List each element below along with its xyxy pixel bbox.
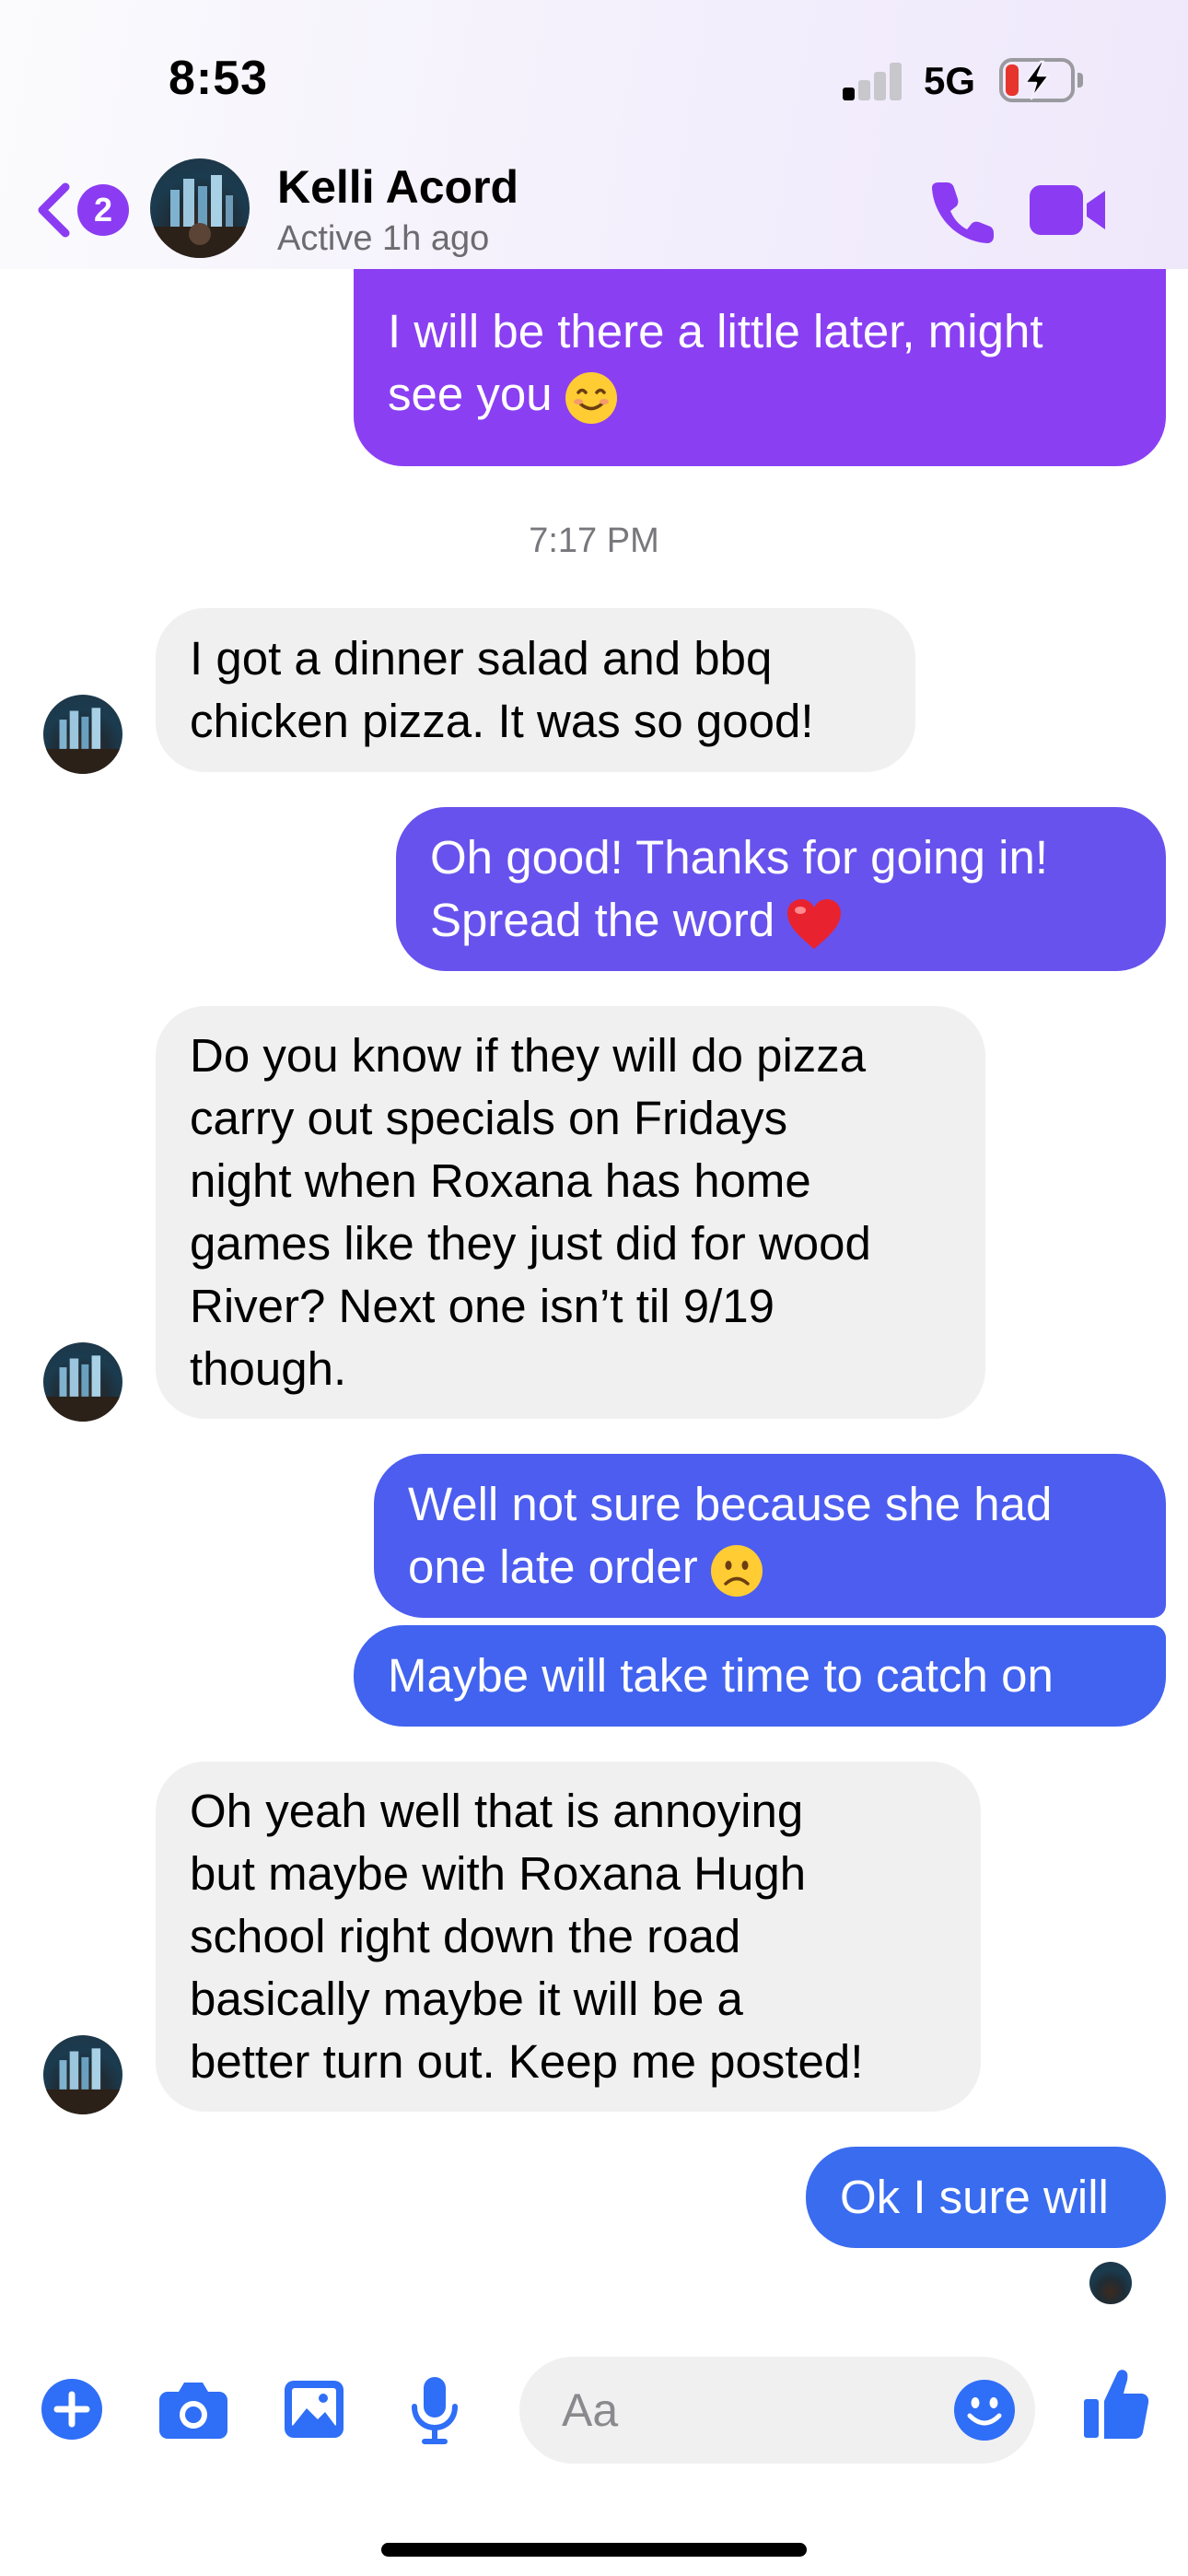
chat-header: 8:53 5G 2 Kelli Acord Active 1h ago bbox=[0, 0, 1188, 269]
message-line: basically maybe it will be a bbox=[190, 1973, 743, 2025]
outgoing-message[interactable]: Oh good! Thanks for going in! Spread the… bbox=[396, 807, 1166, 971]
home-indicator bbox=[381, 2543, 807, 2557]
message-input[interactable] bbox=[562, 2357, 893, 2464]
phone-call-icon[interactable] bbox=[930, 179, 995, 243]
message-line: Oh good! Thanks for going in! bbox=[430, 831, 1048, 884]
network-type: 5G bbox=[924, 59, 976, 102]
timestamp: 7:17 PM bbox=[529, 521, 659, 560]
image-icon[interactable] bbox=[283, 2379, 345, 2440]
battery-charging-icon bbox=[999, 58, 1084, 102]
smiling-face-emoji-icon bbox=[565, 371, 617, 424]
frowning-face-emoji-icon bbox=[710, 1544, 763, 1597]
sender-avatar[interactable] bbox=[43, 1342, 122, 1422]
contact-active-status: Active 1h ago bbox=[277, 219, 490, 258]
red-heart-emoji-icon bbox=[787, 898, 842, 949]
message-line: Do you know if they will do pizza bbox=[190, 1029, 867, 1082]
message-line: Ok I sure will bbox=[840, 2171, 1109, 2223]
back-button[interactable]: 2 bbox=[35, 180, 129, 240]
message-line: River? Next one isn’t til 9/19 bbox=[190, 1280, 775, 1332]
contact-name[interactable]: Kelli Acord bbox=[277, 160, 518, 214]
sender-avatar[interactable] bbox=[43, 695, 122, 774]
unread-count-badge: 2 bbox=[77, 184, 129, 236]
status-time: 8:53 bbox=[169, 52, 269, 105]
incoming-message[interactable]: Oh yeah well that is annoying but maybe … bbox=[156, 1762, 981, 2112]
message-line: Maybe will take time to catch on bbox=[388, 1649, 1054, 1702]
emoji-icon[interactable] bbox=[953, 2379, 1016, 2441]
message-line: though. bbox=[190, 1342, 347, 1395]
messenger-chat-screen: 8:53 5G 2 Kelli Acord Active 1h ago I wi… bbox=[0, 0, 1188, 2576]
outgoing-message[interactable]: Well not sure because she had one late o… bbox=[374, 1454, 1166, 1618]
message-line: Oh yeah well that is annoying bbox=[190, 1785, 804, 1837]
sender-avatar[interactable] bbox=[43, 2035, 122, 2114]
cellular-signal-icon bbox=[843, 62, 903, 100]
message-line: Well not sure because she had bbox=[408, 1478, 1053, 1530]
outgoing-message[interactable]: Maybe will take time to catch on bbox=[354, 1625, 1166, 1727]
plus-icon[interactable] bbox=[41, 2378, 103, 2441]
message-line: chicken pizza. It was so good! bbox=[190, 695, 814, 747]
incoming-message[interactable]: I got a dinner salad and bbq chicken piz… bbox=[156, 608, 915, 772]
message-line: carry out specials on Fridays bbox=[190, 1092, 788, 1144]
message-line: Spread the word bbox=[430, 894, 775, 946]
video-call-icon[interactable] bbox=[1030, 181, 1107, 239]
outgoing-message[interactable]: Ok I sure will bbox=[806, 2147, 1166, 2248]
message-line: games like they just did for wood bbox=[190, 1217, 871, 1270]
contact-avatar[interactable] bbox=[150, 158, 250, 258]
chevron-left-icon bbox=[38, 182, 70, 238]
message-line: better turn out. Keep me posted! bbox=[190, 2035, 864, 2088]
message-line: see you bbox=[388, 368, 553, 420]
outgoing-message[interactable]: I will be there a little later, might se… bbox=[354, 260, 1166, 466]
thumbs-up-icon[interactable] bbox=[1082, 2368, 1150, 2440]
incoming-message[interactable]: Do you know if they will do pizza carry … bbox=[156, 1006, 985, 1419]
microphone-icon[interactable] bbox=[408, 2375, 461, 2445]
message-input-container bbox=[519, 2357, 1035, 2464]
message-line: but maybe with Roxana Hugh bbox=[190, 1847, 807, 1900]
message-line: one late order bbox=[408, 1540, 698, 1593]
message-line: I will be there a little later, might bbox=[388, 305, 1043, 357]
message-line: I got a dinner salad and bbq bbox=[190, 632, 773, 685]
camera-icon[interactable] bbox=[158, 2381, 228, 2440]
message-line: school right down the road bbox=[190, 1910, 741, 1962]
read-receipt-avatar bbox=[1089, 2262, 1132, 2304]
message-line: night when Roxana has home bbox=[190, 1154, 811, 1207]
